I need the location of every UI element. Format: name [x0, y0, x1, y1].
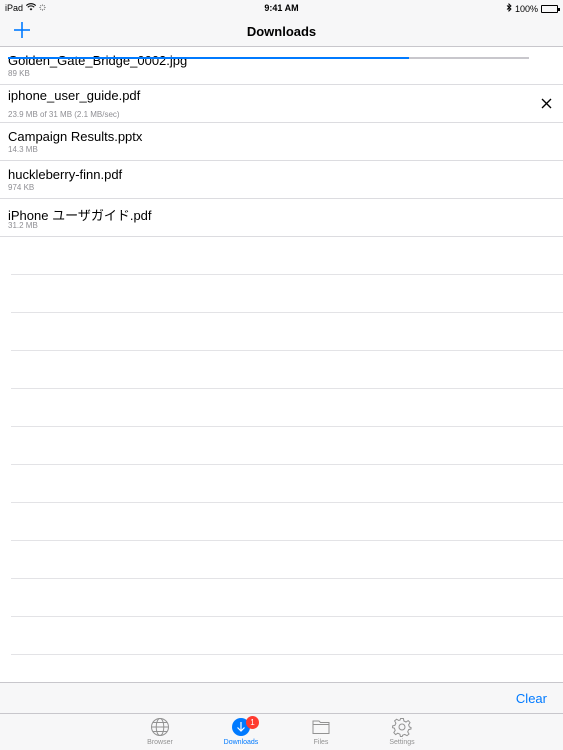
tab-settings[interactable]: Settings	[372, 717, 432, 746]
tab-label: Downloads	[223, 739, 259, 746]
file-name: huckleberry-finn.pdf	[8, 167, 123, 182]
empty-row	[11, 389, 563, 427]
file-size: 89 KB	[8, 69, 30, 78]
tab-label: Settings	[389, 739, 415, 746]
list-item-downloading[interactable]: iphone_user_guide.pdf 23.9 MB of 31 MB (…	[0, 85, 563, 123]
empty-row	[11, 275, 563, 313]
download-progress-bar	[8, 57, 529, 59]
empty-row	[11, 579, 563, 617]
bluetooth-icon	[506, 2, 512, 14]
downloads-badge: 1	[246, 716, 259, 729]
tab-label: Files	[313, 739, 329, 746]
battery-icon	[541, 4, 560, 13]
list-item[interactable]: Golden_Gate_Bridge_0002.jpg 89 KB	[0, 47, 563, 85]
download-progress-text: 23.9 MB of 31 MB (2.1 MB/sec)	[8, 110, 120, 119]
list-item[interactable]: Campaign Results.pptx 14.3 MB	[0, 123, 563, 161]
status-bar: iPad 9:41 AM 100%	[0, 0, 563, 16]
gear-icon	[392, 718, 412, 737]
empty-row	[11, 237, 563, 275]
empty-row	[11, 313, 563, 351]
empty-row	[11, 465, 563, 503]
download-progress-fill	[8, 57, 410, 59]
globe-icon	[151, 718, 169, 736]
status-time: 9:41 AM	[264, 3, 299, 13]
bottom-toolbar: Clear	[0, 682, 563, 713]
file-name: iphone_user_guide.pdf	[8, 88, 141, 103]
navigation-bar: Downloads	[0, 16, 563, 47]
file-size: 974 KB	[8, 183, 35, 192]
downloads-list: Golden_Gate_Bridge_0002.jpg 89 KB iphone…	[0, 47, 563, 693]
clear-button[interactable]: Clear	[516, 691, 547, 706]
cancel-download-button[interactable]	[540, 97, 553, 110]
file-name: Campaign Results.pptx	[8, 129, 143, 144]
tab-browser[interactable]: Browser	[130, 717, 190, 746]
battery-percent: 100%	[514, 3, 538, 14]
empty-row	[11, 351, 563, 389]
tab-bar: Browser 1 Downloads Files Settings	[0, 713, 563, 750]
folder-icon	[312, 720, 330, 734]
close-icon	[541, 98, 552, 109]
tab-downloads[interactable]: 1 Downloads	[211, 716, 271, 746]
file-size: 14.3 MB	[8, 145, 38, 154]
empty-row	[11, 541, 563, 579]
tab-files[interactable]: Files	[291, 717, 351, 746]
file-size: 31.2 MB	[8, 221, 38, 230]
page-title: Downloads	[246, 24, 317, 39]
empty-row	[11, 503, 563, 541]
empty-row	[11, 617, 563, 655]
tab-label: Browser	[147, 739, 173, 746]
list-item[interactable]: iPhone ユーザガイド.pdf 31.2 MB	[0, 199, 563, 237]
file-name: Golden_Gate_Bridge_0002.jpg	[8, 53, 188, 68]
empty-row	[11, 427, 563, 465]
list-item[interactable]: huckleberry-finn.pdf 974 KB	[0, 161, 563, 199]
